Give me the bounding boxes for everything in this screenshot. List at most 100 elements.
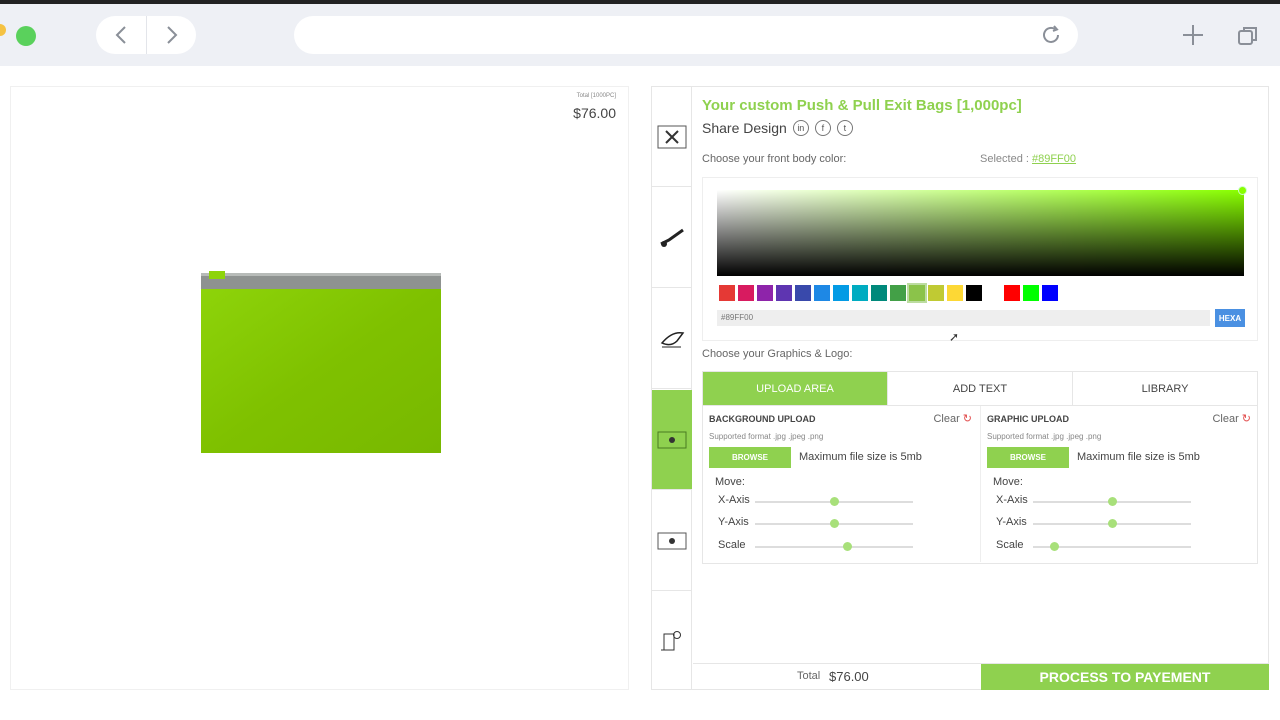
total-label: Total: [797, 670, 821, 682]
tab-library[interactable]: LIBRARY: [1073, 372, 1257, 405]
image-icon: [657, 532, 687, 549]
graphic-clear-button[interactable]: Clear ↻: [1212, 412, 1251, 426]
sidebar-tabs: [652, 87, 692, 689]
sidebar-tab-pen[interactable]: [652, 289, 692, 389]
graphic-y-slider[interactable]: [1033, 519, 1191, 528]
background-x-label: X-Axis: [718, 494, 750, 506]
reload-icon[interactable]: [1040, 24, 1062, 46]
color-swatch[interactable]: [928, 285, 944, 301]
brush-icon: [660, 228, 684, 247]
color-picker: #89FF00 HEXA ➚: [702, 177, 1258, 344]
customizer-panel: Your custom Push & Pull Exit Bags [1,000…: [651, 86, 1269, 690]
color-swatch[interactable]: [1004, 285, 1020, 301]
background-browse-button[interactable]: BROWSE: [709, 447, 791, 468]
color-swatch[interactable]: [833, 285, 849, 301]
selected-color-value[interactable]: #89FF00: [1032, 153, 1076, 165]
graphics-tabs: UPLOAD AREA ADD TEXT LIBRARY: [702, 371, 1258, 406]
graphic-formats: Supported format .jpg .jpeg .png: [987, 432, 1102, 441]
back-button[interactable]: [96, 16, 146, 54]
sidebar-tab-image[interactable]: [652, 491, 692, 591]
browser-toolbar: [0, 0, 1280, 66]
process-payment-button[interactable]: PROCESS TO PAYEMENT: [981, 664, 1269, 690]
total-value: $76.00: [829, 669, 869, 684]
slider-knob[interactable]: [1108, 497, 1117, 506]
slider-knob[interactable]: [830, 519, 839, 528]
tab-add-text[interactable]: ADD TEXT: [888, 372, 1073, 405]
mouse-cursor-icon: ➚: [949, 330, 960, 344]
background-upload-title: BACKGROUND UPLOAD: [709, 414, 816, 424]
sidebar-tab-brush[interactable]: [652, 188, 692, 288]
background-scale-label: Scale: [718, 539, 746, 551]
color-swatch[interactable]: [966, 285, 982, 301]
share-label: Share Design: [702, 120, 787, 136]
color-swatch[interactable]: [907, 283, 927, 303]
hex-input[interactable]: #89FF00: [717, 310, 1210, 326]
tabs-icon[interactable]: [1236, 24, 1260, 48]
background-scale-slider[interactable]: [755, 542, 913, 551]
background-upload: BACKGROUND UPLOAD Clear ↻ Supported form…: [703, 406, 981, 562]
checkout-footer: Total $76.00 PROCESS TO PAYEMENT: [693, 663, 1269, 690]
gradient-handle[interactable]: [1238, 186, 1247, 195]
background-formats: Supported format .jpg .jpeg .png: [709, 432, 824, 441]
sidebar-tab-design[interactable]: [652, 592, 692, 692]
sidebar-tab-tools[interactable]: [652, 87, 692, 187]
selected-label: Selected :: [980, 153, 1029, 165]
graphics-label: Choose your Graphics & Logo:: [702, 348, 853, 360]
hexa-button[interactable]: HEXA: [1215, 309, 1245, 327]
slider-knob[interactable]: [830, 497, 839, 506]
chevron-right-icon: [166, 26, 177, 44]
background-y-slider[interactable]: [755, 519, 913, 528]
address-bar[interactable]: [294, 16, 1078, 54]
color-swatch[interactable]: [776, 285, 792, 301]
graphic-scale-slider[interactable]: [1033, 542, 1191, 551]
plus-icon[interactable]: [1180, 22, 1206, 48]
minimize-window-button[interactable]: [0, 24, 6, 36]
bag-preview-image: [201, 271, 441, 453]
twitter-icon[interactable]: t: [836, 120, 853, 136]
color-swatch[interactable]: [719, 285, 735, 301]
color-swatch[interactable]: [738, 285, 754, 301]
sidebar-tab-upload-area[interactable]: [652, 390, 692, 490]
graphic-x-slider[interactable]: [1033, 497, 1191, 506]
color-swatch[interactable]: [947, 285, 963, 301]
graphic-upload-title: GRAPHIC UPLOAD: [987, 414, 1070, 424]
color-swatch[interactable]: [1023, 285, 1039, 301]
background-x-slider[interactable]: [755, 497, 913, 506]
graphic-scale-label: Scale: [996, 539, 1024, 551]
product-preview: Total [1000PC] $76.00: [10, 86, 629, 690]
design-icon: [661, 631, 681, 651]
graphic-move-label: Move:: [993, 476, 1023, 488]
preview-total-label: Total [1000PC]: [576, 93, 616, 99]
front-color-label: Choose your front body color:: [702, 153, 847, 165]
graphic-browse-button[interactable]: BROWSE: [987, 447, 1069, 468]
color-swatch[interactable]: [871, 285, 887, 301]
color-swatch[interactable]: [852, 285, 868, 301]
linkedin-icon[interactable]: in: [792, 120, 809, 136]
graphic-upload: GRAPHIC UPLOAD Clear ↻ Supported format …: [981, 406, 1259, 562]
slider-knob[interactable]: [842, 542, 852, 551]
color-swatch[interactable]: [1042, 285, 1058, 301]
facebook-icon[interactable]: f: [814, 120, 831, 136]
graphic-max-size: Maximum file size is 5mb: [1077, 451, 1200, 463]
color-gradient-area[interactable]: [717, 190, 1244, 276]
upload-area-icon: [657, 431, 687, 448]
tools-icon: [657, 125, 687, 148]
share-design: Share Design in f t: [702, 120, 853, 136]
color-swatch[interactable]: [890, 285, 906, 301]
upload-area: BACKGROUND UPLOAD Clear ↻ Supported form…: [702, 406, 1258, 564]
color-swatch[interactable]: [985, 285, 1001, 301]
color-swatch[interactable]: [1061, 285, 1077, 301]
slider-knob[interactable]: [1108, 519, 1117, 528]
maximize-window-button[interactable]: [16, 26, 36, 46]
slider-knob[interactable]: [1049, 542, 1059, 551]
chevron-left-icon: [115, 26, 126, 44]
clear-label: Clear: [933, 412, 960, 425]
forward-button[interactable]: [146, 16, 196, 54]
tab-upload-area[interactable]: UPLOAD AREA: [703, 372, 888, 405]
color-swatch[interactable]: [795, 285, 811, 301]
background-clear-button[interactable]: Clear ↻: [933, 412, 972, 426]
color-swatch[interactable]: [757, 285, 773, 301]
selected-color: Selected : #89FF00: [980, 153, 1076, 165]
color-swatch[interactable]: [814, 285, 830, 301]
preview-price: $76.00: [573, 105, 616, 121]
